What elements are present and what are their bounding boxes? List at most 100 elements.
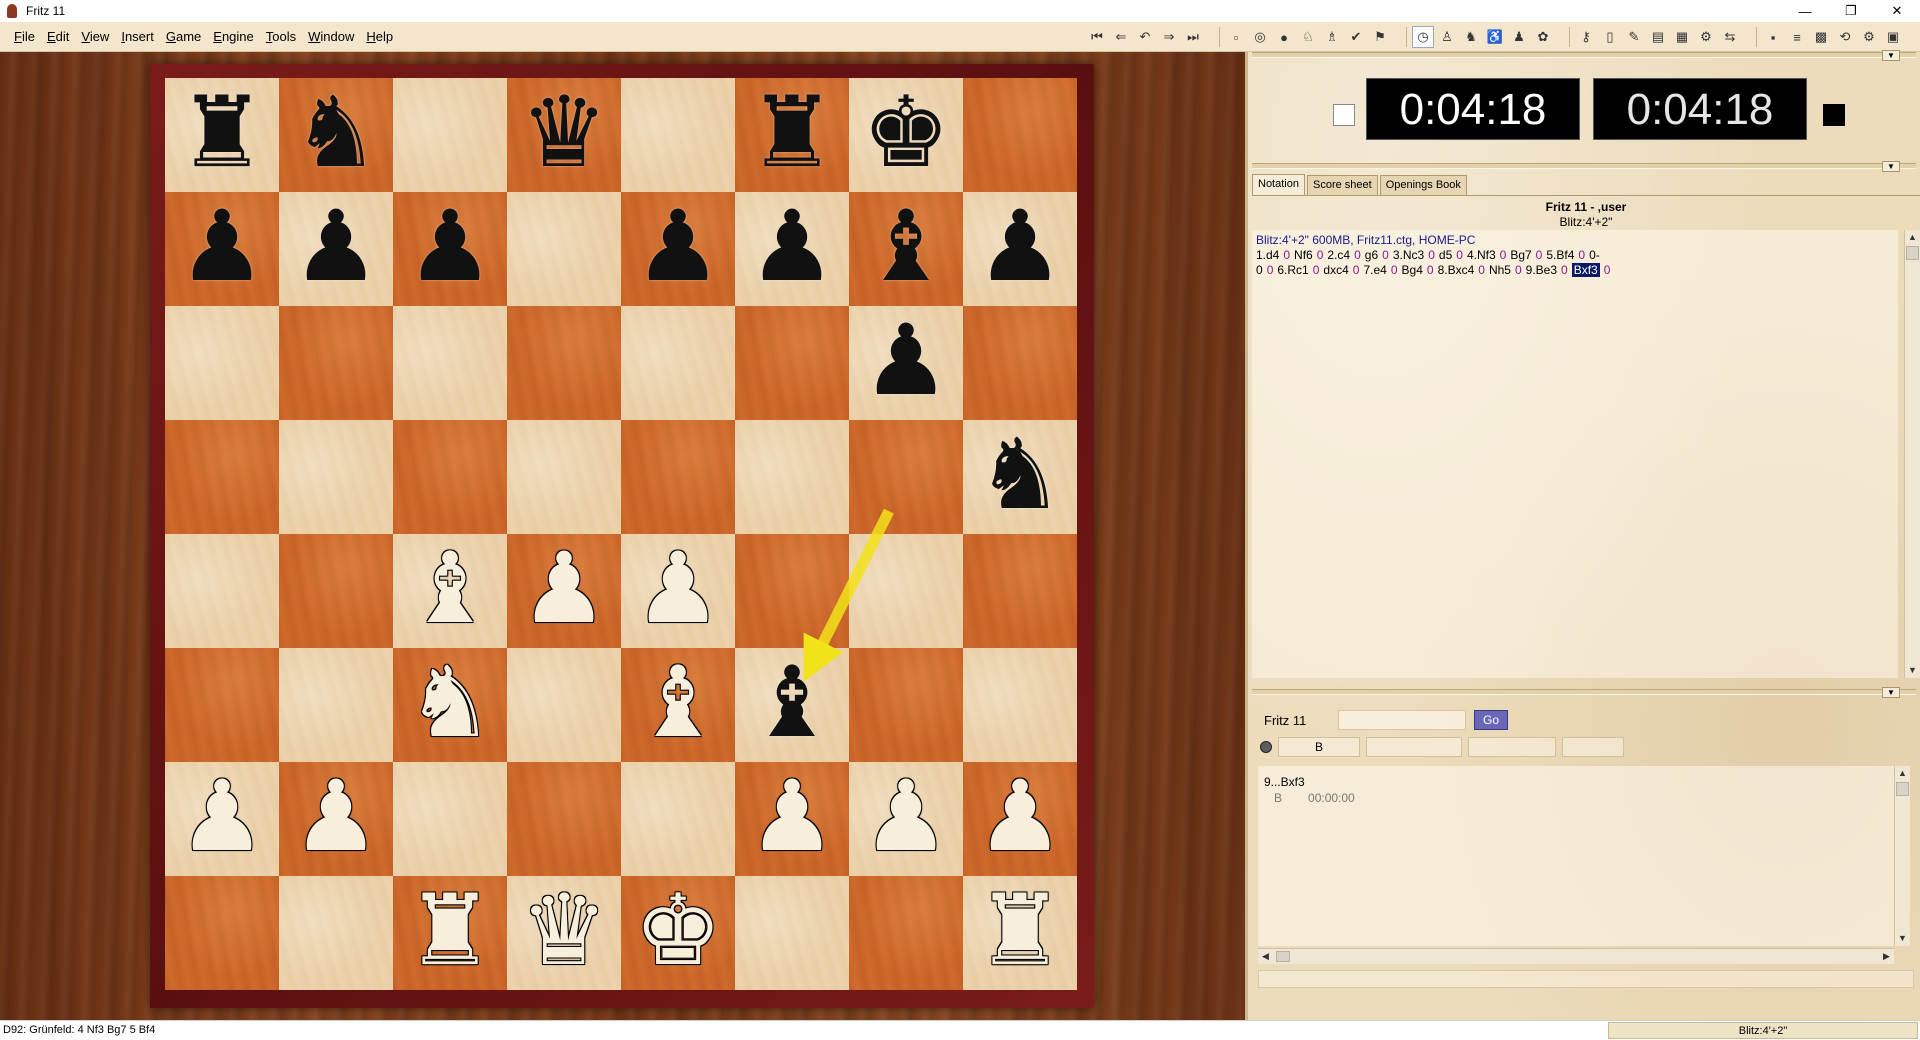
- fullscreen-icon[interactable]: ▣: [1882, 26, 1904, 48]
- move[interactable]: 1.d4: [1256, 248, 1279, 262]
- square-a4[interactable]: [165, 534, 279, 648]
- chess-board[interactable]: ♜ ♞ ♛ ♜ ♚ ♟ ♟ ♟ ♟ ♟ ♝ ♟ ♟ ♞ ♝ ♟ ♟ ♞ ♝ ♝ ♟ ♟ ♟ ♟ ♟ ♜ ♛ ♚ ♜: [165, 78, 1077, 990]
- scroll-left-icon[interactable]: ◀: [1258, 949, 1273, 964]
- black-knight-icon[interactable]: ♞: [292, 84, 380, 182]
- white-pawn-icon[interactable]: ♟: [292, 768, 380, 866]
- pawn-mode-icon[interactable]: ♙: [1436, 26, 1458, 48]
- square-b3[interactable]: [279, 648, 393, 762]
- new-game-icon[interactable]: ▫: [1225, 26, 1247, 48]
- square-e7[interactable]: ♟: [621, 192, 735, 306]
- handicap-icon[interactable]: ♿: [1484, 26, 1506, 48]
- black-pawn-icon[interactable]: ♟: [634, 198, 722, 296]
- black-bishop-icon[interactable]: ♝: [862, 198, 950, 296]
- black-pawn-icon[interactable]: ♟: [406, 198, 494, 296]
- square-e8[interactable]: [621, 78, 735, 192]
- notation-splitter[interactable]: ▼: [1252, 161, 1916, 172]
- square-f5[interactable]: [735, 420, 849, 534]
- square-d6[interactable]: [507, 306, 621, 420]
- square-e5[interactable]: [621, 420, 735, 534]
- square-a3[interactable]: [165, 648, 279, 762]
- square-d5[interactable]: [507, 420, 621, 534]
- move[interactable]: g6: [1365, 248, 1378, 262]
- square-d4[interactable]: ♟: [507, 534, 621, 648]
- white-bishop-icon[interactable]: ♝: [406, 540, 494, 638]
- first-move-icon[interactable]: ⏮: [1086, 26, 1108, 48]
- hint-icon[interactable]: ●: [1273, 26, 1295, 48]
- scroll-right-icon[interactable]: ▶: [1879, 949, 1894, 964]
- square-e6[interactable]: [621, 306, 735, 420]
- black-pawn-icon[interactable]: ♟: [748, 198, 836, 296]
- menu-window[interactable]: Window: [302, 22, 360, 52]
- scroll-thumb[interactable]: [1276, 951, 1290, 962]
- square-a2[interactable]: ♟: [165, 762, 279, 876]
- white-knight-icon[interactable]: ♞: [406, 654, 494, 752]
- forward-move-icon[interactable]: ⇒: [1158, 26, 1180, 48]
- move[interactable]: Bg4: [1402, 263, 1423, 277]
- white-pawn-icon[interactable]: ♟: [976, 768, 1064, 866]
- engine-icon[interactable]: ♗: [1321, 26, 1343, 48]
- square-a8[interactable]: ♜: [165, 78, 279, 192]
- engine-hscrollbar[interactable]: ◀ ▶: [1258, 948, 1894, 964]
- square-c8[interactable]: [393, 78, 507, 192]
- white-king-icon[interactable]: ♚: [634, 882, 722, 980]
- book-icon[interactable]: ◎: [1249, 26, 1271, 48]
- square-g7[interactable]: ♝: [849, 192, 963, 306]
- square-h3[interactable]: [963, 648, 1077, 762]
- square-h5[interactable]: ♞: [963, 420, 1077, 534]
- engine-status-icon[interactable]: [1260, 741, 1272, 753]
- last-move-icon[interactable]: ⏭: [1182, 26, 1204, 48]
- square-d7[interactable]: [507, 192, 621, 306]
- knight-mode-icon[interactable]: ♞: [1460, 26, 1482, 48]
- scroll-down-icon[interactable]: ▼: [1895, 931, 1910, 946]
- white-rook-icon[interactable]: ♜: [976, 882, 1064, 980]
- engine-select-field[interactable]: [1338, 710, 1466, 730]
- square-d3[interactable]: [507, 648, 621, 762]
- square-b8[interactable]: ♞: [279, 78, 393, 192]
- move[interactable]: Bg7: [1510, 248, 1531, 262]
- pane-menu-arrow[interactable]: ▼: [1882, 687, 1900, 698]
- square-b2[interactable]: ♟: [279, 762, 393, 876]
- black-knight-icon[interactable]: ♞: [976, 426, 1064, 524]
- square-b4[interactable]: [279, 534, 393, 648]
- pane-menu-arrow[interactable]: ▼: [1882, 50, 1900, 61]
- white-pawn-icon[interactable]: ♟: [178, 768, 266, 866]
- square-h2[interactable]: ♟: [963, 762, 1077, 876]
- scroll-thumb[interactable]: [1906, 246, 1919, 260]
- move[interactable]: 4.Nf3: [1467, 248, 1496, 262]
- square-g1[interactable]: [849, 876, 963, 990]
- move[interactable]: 8.Bxc4: [1438, 263, 1475, 277]
- minimize-button[interactable]: —: [1782, 0, 1828, 22]
- square-f1[interactable]: [735, 876, 849, 990]
- square-f7[interactable]: ♟: [735, 192, 849, 306]
- move[interactable]: d5: [1439, 248, 1452, 262]
- square-c2[interactable]: [393, 762, 507, 876]
- square-b7[interactable]: ♟: [279, 192, 393, 306]
- book-open-icon[interactable]: ▯: [1599, 26, 1621, 48]
- flag-icon[interactable]: ⚑: [1369, 26, 1391, 48]
- tab-notation[interactable]: Notation: [1252, 174, 1305, 195]
- scroll-up-icon[interactable]: ▲: [1905, 230, 1920, 245]
- notation-scrollbar[interactable]: ▲ ▼: [1904, 230, 1920, 678]
- square-a5[interactable]: [165, 420, 279, 534]
- go-button[interactable]: Go: [1474, 710, 1508, 730]
- black-pawn-icon[interactable]: ♟: [862, 312, 950, 410]
- square-h4[interactable]: [963, 534, 1077, 648]
- tab-openings-book[interactable]: Openings Book: [1379, 175, 1467, 195]
- square-c6[interactable]: [393, 306, 507, 420]
- menu-edit[interactable]: Edit: [41, 22, 75, 52]
- key-icon[interactable]: ⚷: [1575, 26, 1597, 48]
- square-h6[interactable]: [963, 306, 1077, 420]
- menu-game[interactable]: Game: [160, 22, 207, 52]
- check-icon[interactable]: ✔: [1345, 26, 1367, 48]
- menu-help[interactable]: Help: [360, 22, 399, 52]
- menu-engine[interactable]: Engine: [207, 22, 259, 52]
- scroll-up-icon[interactable]: ▲: [1895, 766, 1910, 781]
- move[interactable]: 3.Nc3: [1393, 248, 1424, 262]
- square-g3[interactable]: [849, 648, 963, 762]
- engine-vscrollbar[interactable]: ▲ ▼: [1894, 766, 1910, 946]
- square-h7[interactable]: ♟: [963, 192, 1077, 306]
- square-g2[interactable]: ♟: [849, 762, 963, 876]
- square-b1[interactable]: [279, 876, 393, 990]
- black-king-icon[interactable]: ♚: [862, 84, 950, 182]
- menu-tools[interactable]: Tools: [260, 22, 302, 52]
